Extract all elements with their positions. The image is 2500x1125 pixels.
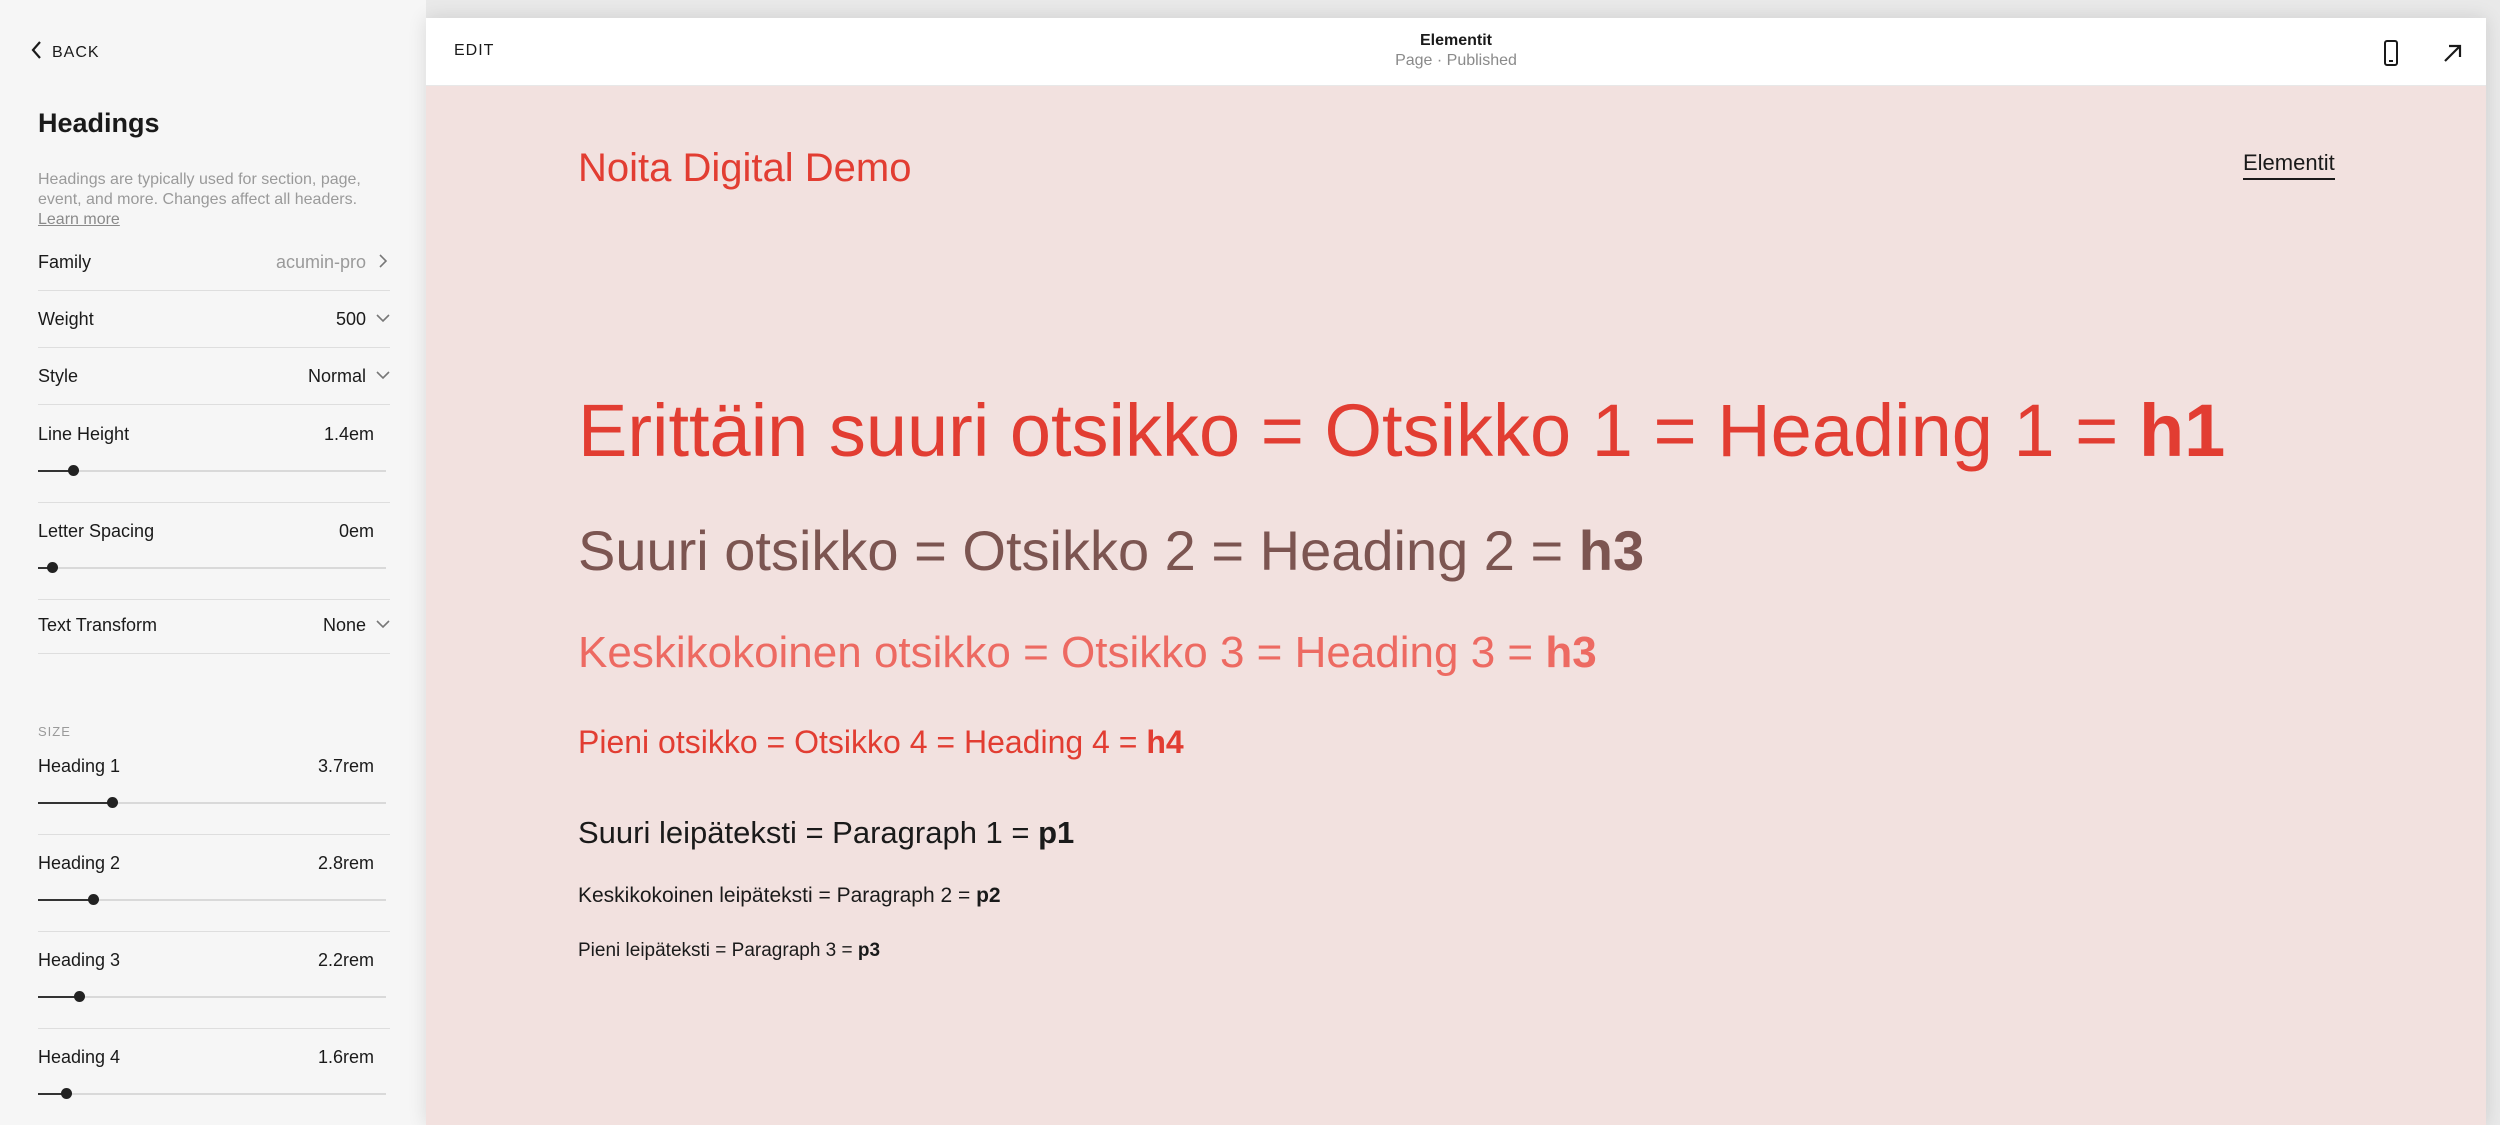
family-row[interactable]: Family acumin-pro <box>38 235 390 291</box>
back-label: BACK <box>52 43 100 61</box>
heading-3-label: Heading 3 <box>38 950 121 970</box>
slider-handle[interactable] <box>74 991 86 1002</box>
slider-handle[interactable] <box>60 1088 72 1099</box>
heading-1-size-control: Heading 1 3.7rem <box>38 738 390 835</box>
heading-1-value: 3.7rem <box>317 756 374 776</box>
chevron-down-icon <box>376 366 390 387</box>
size-section-label: SIZE <box>38 724 71 739</box>
heading-4-text: Pieni otsikko = Otsikko 4 = Heading 4 = <box>578 724 1147 760</box>
line-height-control: Line Height 1.4em <box>38 406 390 503</box>
slider-handle[interactable] <box>67 465 79 476</box>
heading-3-tag: h3 <box>1545 628 1597 677</box>
description-text: Headings are typically used for section,… <box>38 171 361 208</box>
heading-3-value: 2.2rem <box>317 950 374 970</box>
learn-more-link[interactable]: Learn more <box>38 211 120 228</box>
paragraph-2-sample: Keskikokoinen leipäteksti = Paragraph 2 … <box>578 884 1001 908</box>
line-height-label: Line Height <box>38 424 130 444</box>
page-status: Page · Published <box>1395 52 1517 69</box>
paragraph-1-text: Suuri leipäteksti = Paragraph 1 = <box>578 815 1039 850</box>
heading-2-size-control: Heading 2 2.8rem <box>38 835 390 932</box>
headings-settings-panel: BACK Headings Headings are typically use… <box>0 0 426 1125</box>
paragraph-2-text: Keskikokoinen leipäteksti = Paragraph 2 … <box>578 884 977 907</box>
arrow-up-right-icon[interactable] <box>2438 38 2468 68</box>
page-name: Elementit <box>1419 32 1492 49</box>
text-transform-value: None <box>322 615 366 635</box>
text-transform-select[interactable]: Text Transform None <box>38 598 390 654</box>
heading-3-sample: Keskikokoinen otsikko = Otsikko 3 = Head… <box>578 628 1597 678</box>
style-select[interactable]: Style Normal <box>38 349 390 405</box>
weight-label: Weight <box>38 309 94 329</box>
heading-2-sample: Suuri otsikko = Otsikko 2 = Heading 2 = … <box>578 518 1644 583</box>
heading-4-slider[interactable] <box>38 1088 386 1099</box>
line-height-slider[interactable] <box>38 465 386 476</box>
panel-title: Headings <box>38 108 160 138</box>
text-transform-label: Text Transform <box>38 615 158 635</box>
heading-2-value: 2.8rem <box>317 853 374 873</box>
letter-spacing-label: Letter Spacing <box>38 521 155 541</box>
style-label: Style <box>38 366 79 386</box>
heading-1-slider[interactable] <box>38 797 386 808</box>
paragraph-2-tag: p2 <box>976 884 1001 907</box>
letter-spacing-slider[interactable] <box>38 562 386 573</box>
chevron-down-icon <box>376 615 390 636</box>
paragraph-3-tag: p3 <box>857 940 881 961</box>
heading-4-size-control: Heading 4 1.6rem <box>38 1029 390 1125</box>
preview-toolbar: EDIT Elementit Page · Published <box>426 18 2486 86</box>
page-info: Elementit Page · Published <box>426 32 2486 70</box>
paragraph-3-sample: Pieni leipäteksti = Paragraph 3 = p3 <box>578 940 880 962</box>
paragraph-3-text: Pieni leipäteksti = Paragraph 3 = <box>578 940 858 961</box>
heading-3-size-control: Heading 3 2.2rem <box>38 932 390 1029</box>
heading-4-value: 1.6rem <box>317 1047 374 1067</box>
site-title[interactable]: Noita Digital Demo <box>578 146 911 191</box>
panel-description: Headings are typically used for section,… <box>38 170 378 230</box>
heading-4-sample: Pieni otsikko = Otsikko 4 = Heading 4 = … <box>578 724 1184 761</box>
heading-1-tag: h1 <box>2138 389 2226 472</box>
chevron-right-icon <box>376 252 390 273</box>
heading-2-label: Heading 2 <box>38 853 121 873</box>
heading-2-tag: h3 <box>1578 519 1645 582</box>
back-button[interactable]: BACK <box>30 40 100 65</box>
heading-4-label: Heading 4 <box>38 1047 121 1067</box>
site-preview: EDIT Elementit Page · Published Noita Di… <box>426 18 2486 1125</box>
slider-handle[interactable] <box>46 562 58 573</box>
chevron-down-icon <box>376 309 390 330</box>
heading-4-tag: h4 <box>1146 724 1184 760</box>
mobile-phone-icon[interactable] <box>2376 38 2406 68</box>
line-height-value: 1.4em <box>323 424 374 444</box>
heading-2-slider[interactable] <box>38 894 386 905</box>
slider-handle[interactable] <box>87 894 99 905</box>
heading-1-label: Heading 1 <box>38 756 121 776</box>
heading-3-text: Keskikokoinen otsikko = Otsikko 3 = Head… <box>578 628 1546 677</box>
letter-spacing-control: Letter Spacing 0em <box>38 503 390 600</box>
family-label: Family <box>38 252 91 272</box>
weight-value: 500 <box>335 309 366 329</box>
weight-select[interactable]: Weight 500 <box>38 292 390 348</box>
family-value: acumin-pro <box>275 252 366 272</box>
chevron-left-icon <box>30 40 44 65</box>
nav-link-elementit[interactable]: Elementit <box>2243 150 2335 180</box>
heading-3-slider[interactable] <box>38 991 386 1002</box>
letter-spacing-value: 0em <box>338 521 374 541</box>
heading-1-text: Erittäin suuri otsikko = Otsikko 1 = Hea… <box>578 389 2139 472</box>
paragraph-1-tag: p1 <box>1038 815 1075 850</box>
slider-handle[interactable] <box>106 797 118 808</box>
heading-1-sample: Erittäin suuri otsikko = Otsikko 1 = Hea… <box>578 388 2225 473</box>
heading-2-text: Suuri otsikko = Otsikko 2 = Heading 2 = <box>578 519 1579 582</box>
style-value: Normal <box>307 366 366 386</box>
paragraph-1-sample: Suuri leipäteksti = Paragraph 1 = p1 <box>578 815 1074 851</box>
